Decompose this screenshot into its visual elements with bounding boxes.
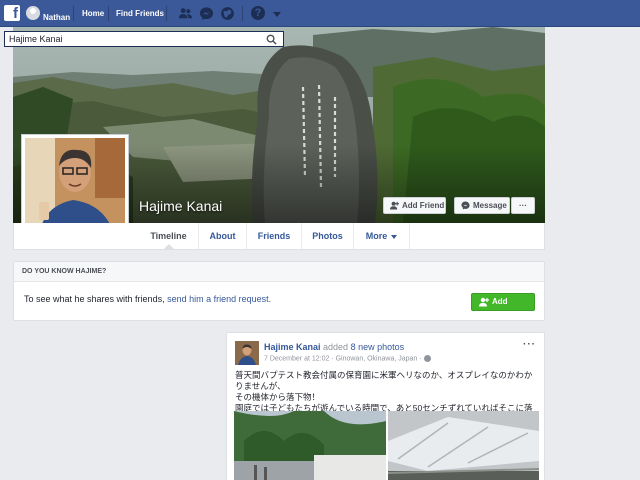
add-friend-green-button[interactable]: Add Friend	[471, 293, 535, 322]
nav-divider	[242, 6, 243, 21]
add-friend-green-label: Add Friend	[492, 297, 517, 322]
do-you-know-heading: DO YOU KNOW HAJIME?	[14, 262, 544, 282]
nav-divider	[73, 6, 74, 21]
friend-request-prompt: To see what he shares with friends, send…	[24, 294, 271, 304]
friends-icon[interactable]	[178, 6, 193, 21]
post-location[interactable]: · Ginowan, Okinawa, Japan ·	[329, 355, 421, 362]
help-icon[interactable]: ?	[251, 6, 265, 20]
nav-divider	[108, 6, 109, 21]
profile-name[interactable]: Hajime Kanai	[139, 198, 222, 214]
search-bar	[4, 31, 284, 47]
profile-tabs: Timeline About Friends Photos More	[13, 223, 545, 250]
post-text-line: その機体から落下物！	[235, 392, 321, 402]
search-icon[interactable]	[266, 34, 277, 45]
tab-timeline[interactable]: Timeline	[139, 223, 199, 249]
globe-icon	[423, 355, 431, 362]
friend-request-prompt-text: To see what he shares with friends,	[24, 294, 168, 304]
message-button[interactable]: Message	[454, 197, 510, 214]
post-options-icon[interactable]: ···	[523, 339, 536, 350]
send-friend-request-link[interactable]: send him a friend request.	[167, 294, 271, 304]
profile-photo-image	[25, 138, 125, 236]
messages-icon[interactable]	[199, 6, 214, 21]
post-photo[interactable]	[388, 411, 539, 480]
message-label: Message	[473, 201, 507, 210]
more-options-icon: ···	[519, 201, 527, 210]
do-you-know-card: DO YOU KNOW HAJIME? To see what he share…	[13, 261, 545, 322]
add-friend-label: Add Friend	[402, 201, 445, 210]
post-author-photo	[235, 341, 259, 365]
post-meta: 7 December at 12:02 · Ginowan, Okinawa, …	[264, 355, 431, 362]
tab-friends[interactable]: Friends	[247, 223, 302, 249]
add-friend-icon	[479, 297, 489, 307]
notifications-icon[interactable]	[220, 6, 235, 21]
tab-about[interactable]: About	[199, 223, 247, 249]
user-name-link[interactable]: Nathan	[43, 13, 70, 22]
more-options-button[interactable]: ···	[511, 197, 535, 214]
find-friends-link[interactable]: Find Friends	[116, 9, 164, 18]
post-header: Hajime Kanai added 8 new photos	[264, 342, 404, 352]
post-author-avatar[interactable]	[235, 341, 259, 365]
nav-divider	[166, 6, 167, 21]
tab-more[interactable]: More	[354, 223, 410, 249]
post-photo[interactable]	[234, 411, 386, 480]
messenger-icon	[461, 201, 470, 210]
add-friend-icon	[390, 201, 399, 210]
post-timestamp[interactable]: 7 December at 12:02	[264, 355, 329, 362]
facebook-logo-icon[interactable]: f	[4, 5, 20, 21]
post-photo-image	[234, 411, 386, 480]
post-text-line: 普天間バプテスト教会付属の保育園に米軍ヘリなのか、オスプレイなのかわかりませんが…	[235, 370, 533, 391]
account-menu-caret-icon[interactable]	[273, 12, 281, 17]
post-author-name[interactable]: Hajime Kanai	[264, 342, 321, 352]
user-avatar[interactable]	[26, 6, 40, 20]
search-input[interactable]	[9, 33, 259, 45]
chevron-down-icon	[391, 234, 398, 239]
home-link[interactable]: Home	[82, 9, 104, 18]
top-navigation-bar: f Nathan Home Find Friends ?	[0, 0, 640, 27]
add-friend-button[interactable]: Add Friend	[383, 197, 446, 214]
tab-photos[interactable]: Photos	[302, 223, 354, 249]
post-photo-image	[388, 411, 539, 480]
tab-more-label: More	[365, 231, 388, 241]
new-photos-link[interactable]: 8 new photos	[351, 342, 405, 352]
timeline-post: Hajime Kanai added 8 new photos 7 Decemb…	[226, 332, 545, 480]
post-action-text: added	[320, 342, 351, 352]
